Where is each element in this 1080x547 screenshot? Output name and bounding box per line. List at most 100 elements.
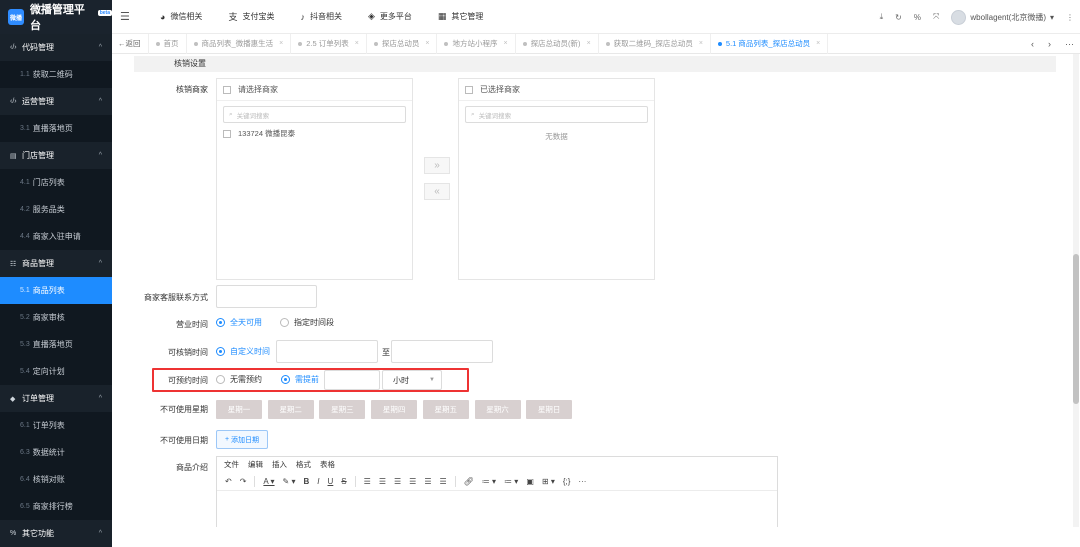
item-checkbox[interactable] — [223, 129, 231, 138]
align-right-icon[interactable]: ☰ — [394, 477, 401, 486]
radio-custom-time[interactable]: 自定义时间 — [216, 346, 270, 357]
sidebar-item[interactable]: 6.5 商家排行榜 — [0, 493, 112, 520]
sidebar-group[interactable]: ◆ 订单管理 ^ — [0, 385, 112, 412]
strikethrough-icon[interactable]: S — [341, 477, 346, 486]
sidebar-item[interactable]: 6.3 数据统计 — [0, 439, 112, 466]
link-icon[interactable]: 🔗︎ — [464, 477, 474, 486]
verify-end-input[interactable] — [391, 340, 493, 363]
download-icon[interactable]: ⤓ — [880, 12, 884, 22]
close-icon[interactable]: × — [355, 40, 359, 47]
redo-icon[interactable]: ↷ — [240, 477, 247, 486]
italic-icon[interactable]: I — [317, 477, 319, 486]
sidebar-item[interactable]: 3.1 直播落地页 — [0, 115, 112, 142]
bullet-list-icon[interactable]: ≔ ▾ — [482, 477, 496, 486]
menu-toggle-icon[interactable]: ☰ — [120, 10, 134, 23]
top-menu-item[interactable]: ◈ 更多平台 — [368, 11, 412, 22]
transfer-left-button[interactable]: « — [424, 183, 450, 200]
weekday-button[interactable]: 星期六 — [474, 400, 521, 419]
scrollbar[interactable] — [1073, 54, 1079, 527]
close-icon[interactable]: × — [503, 40, 507, 47]
highlight-color-icon[interactable]: ✎ ▾ — [283, 477, 296, 486]
sidebar-item[interactable]: 6.4 核销对账 — [0, 466, 112, 493]
contact-input[interactable] — [216, 285, 317, 308]
back-button[interactable]: ← 返回 — [112, 33, 149, 54]
underline-icon[interactable]: U — [328, 477, 334, 486]
editor-menu-item[interactable]: 插入 — [272, 459, 287, 470]
numbered-list-icon[interactable]: ≔ ▾ — [504, 477, 518, 486]
indent-icon[interactable]: ☰ — [424, 477, 431, 486]
top-menu-item[interactable]: ♪ 抖音相关 — [300, 11, 342, 22]
close-icon[interactable]: × — [425, 40, 429, 47]
sidebar-item[interactable]: 5.1 商品列表 — [0, 277, 112, 304]
tab[interactable]: 2.5 订单列表 × — [291, 33, 367, 54]
sidebar-item[interactable]: 5.2 商家审核 — [0, 304, 112, 331]
more-icon[interactable]: ··· — [578, 477, 586, 486]
close-icon[interactable]: × — [279, 40, 283, 47]
scrollbar-thumb[interactable] — [1073, 254, 1079, 404]
list-item[interactable]: 133724 微播昆泰 — [217, 128, 412, 139]
outdent-icon[interactable]: ☰ — [440, 477, 447, 486]
code-icon[interactable]: {;} — [563, 477, 571, 486]
table-icon[interactable]: ⊞ ▾ — [542, 477, 555, 486]
link-icon[interactable]: % — [914, 13, 921, 22]
tab[interactable]: 探店总动员 × — [367, 33, 438, 54]
radio-time-range[interactable]: 指定时间段 — [280, 317, 334, 328]
time-unit-select[interactable]: 小时 ▼ — [382, 370, 442, 390]
top-menu-item[interactable]: 支支付宝类 — [228, 10, 274, 23]
top-menu-item[interactable]: ◕ 微信相关 — [160, 11, 202, 22]
tab[interactable]: 商品列表_微播惠生活 × — [187, 33, 292, 54]
transfer-right-button[interactable]: » — [424, 157, 450, 174]
tab[interactable]: 地方站小程序 × — [437, 33, 516, 54]
tab[interactable]: 首页 — [149, 33, 187, 54]
select-all-checkbox[interactable] — [223, 85, 231, 94]
fullscreen-icon[interactable]: ⤧ — [933, 12, 939, 22]
weekday-button[interactable]: 星期四 — [371, 400, 418, 419]
more-vertical-icon[interactable]: ⋮ — [1066, 13, 1074, 22]
editor-menu-item[interactable]: 文件 — [224, 459, 239, 470]
top-menu-item[interactable]: ▦ 其它管理 — [438, 11, 484, 22]
sidebar-group[interactable]: ‹/› 代码管理 ^ — [0, 34, 112, 61]
verify-start-input[interactable] — [276, 340, 378, 363]
align-center-icon[interactable]: ☰ — [379, 477, 386, 486]
align-justify-icon[interactable]: ☰ — [409, 477, 416, 486]
weekday-button[interactable]: 星期二 — [267, 400, 314, 419]
source-search-input[interactable]: ⌕ 关键词搜索 — [223, 106, 406, 123]
sidebar-group[interactable]: ☷ 商品管理 ^ — [0, 250, 112, 277]
close-icon[interactable]: × — [816, 40, 820, 47]
tab-next-icon[interactable]: › — [1048, 39, 1051, 49]
sidebar-item[interactable]: 5.4 定向计划 — [0, 358, 112, 385]
weekday-button[interactable]: 星期日 — [526, 400, 573, 419]
tab[interactable]: 5.1 商品列表_探店总动员 × — [711, 33, 829, 54]
sidebar-item[interactable]: 5.3 直播落地页 — [0, 331, 112, 358]
close-icon[interactable]: × — [699, 40, 703, 47]
refresh-icon[interactable]: ↻ — [895, 13, 902, 22]
rich-text-editor[interactable]: 文件 编辑 插入 格式 表格 ↶ ↷ A ▾ ✎ ▾ B I U S ☰ ☰ ☰ ☰ ☰… — [216, 456, 778, 527]
align-left-icon[interactable]: ☰ — [364, 477, 371, 486]
editor-menu-item[interactable]: 格式 — [296, 459, 311, 470]
editor-menu-item[interactable]: 编辑 — [248, 459, 263, 470]
selected-search-input[interactable]: ⌕ 关键词搜索 — [465, 106, 648, 123]
sidebar-item[interactable]: 6.1 订单列表 — [0, 412, 112, 439]
radio-advance[interactable]: 需提前 — [281, 374, 319, 385]
advance-hours-input[interactable] — [324, 370, 380, 390]
undo-icon[interactable]: ↶ — [225, 477, 232, 486]
tab[interactable]: 探店总动员(新) × — [516, 33, 599, 54]
sidebar-group[interactable]: % 其它功能 ^ — [0, 520, 112, 547]
brand[interactable]: 微播 微播管理平台 beta — [0, 0, 112, 34]
sidebar-item[interactable]: 1.1 获取二维码 — [0, 61, 112, 88]
editor-menu-item[interactable]: 表格 — [320, 459, 335, 470]
tab[interactable]: 获取二维码_探店总动员 × — [599, 33, 711, 54]
weekday-button[interactable]: 星期五 — [422, 400, 469, 419]
weekday-button[interactable]: 星期一 — [216, 400, 262, 419]
sidebar-item[interactable]: 4.2 服务品类 — [0, 196, 112, 223]
close-icon[interactable]: × — [587, 40, 591, 47]
bold-icon[interactable]: B — [304, 477, 310, 486]
select-all-selected-checkbox[interactable] — [465, 85, 473, 94]
user-menu[interactable]: wbollagent(北京微播) ▾ — [951, 9, 1054, 25]
sidebar-group[interactable]: ‹/› 运营管理 ^ — [0, 88, 112, 115]
add-date-button[interactable]: + 添加日期 — [216, 430, 268, 449]
more-icon[interactable]: ··· — [1065, 39, 1074, 49]
tab-prev-icon[interactable]: ‹ — [1031, 39, 1034, 49]
sidebar-item[interactable]: 4.4 商家入驻申请 — [0, 223, 112, 250]
text-color-icon[interactable]: A ▾ — [263, 477, 274, 486]
